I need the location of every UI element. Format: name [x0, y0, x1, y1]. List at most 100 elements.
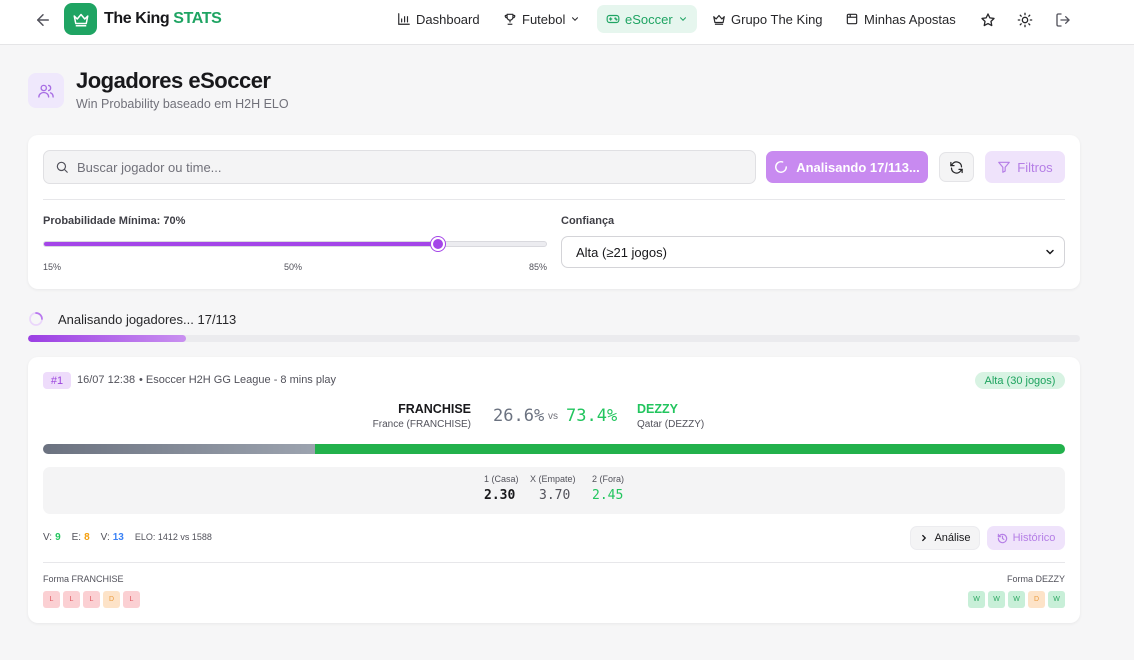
away-wins-value: 13 — [112, 532, 124, 543]
odd-away-label: 2 (Fora) — [592, 474, 625, 484]
slider-tick-mid: 50% — [284, 262, 303, 272]
match-league: • Esoccer H2H GG League - 8 mins play — [139, 374, 337, 386]
crown-logo-icon[interactable] — [64, 3, 97, 35]
users-icon — [28, 73, 64, 108]
analise-button[interactable]: Análise — [910, 526, 980, 550]
home-team: FRANCHISE France (FRANCHISE) — [373, 402, 471, 430]
crown-icon — [713, 14, 725, 25]
nav-minhas-apostas[interactable]: Minhas Apostas — [845, 5, 956, 33]
away-form-chips: WWWDW — [968, 591, 1065, 608]
divider — [43, 562, 1065, 563]
odd-away: 2 (Fora) 2.45 — [592, 474, 624, 503]
nav-grupo-the-king[interactable]: Grupo The King — [712, 5, 823, 33]
confidence-select[interactable]: Alta (≥21 jogos) — [561, 236, 1065, 268]
receipt-icon — [846, 13, 858, 25]
odd-home-label: 1 (Casa) — [484, 474, 519, 484]
nav-grupo-label: Grupo The King — [731, 11, 823, 27]
away-team-name: DEZZY — [637, 402, 678, 416]
home-wins-value: 9 — [55, 532, 61, 543]
away-probability: 73.4% — [566, 406, 618, 426]
refresh-button[interactable] — [939, 152, 974, 182]
draws-value: 8 — [84, 532, 90, 543]
filters-button[interactable]: Filtros — [985, 151, 1065, 183]
away-team: DEZZY Qatar (DEZZY) — [637, 402, 704, 430]
nav-dashboard[interactable]: Dashboard — [397, 5, 480, 33]
filters-card: Analisando 17/113... Filtros Probabilida… — [28, 135, 1080, 289]
form-result-chip: D — [1028, 591, 1045, 608]
form-result-chip: L — [63, 591, 80, 608]
odd-home-value: 2.30 — [484, 488, 516, 503]
nav-esoccer[interactable]: eSoccer — [597, 5, 697, 33]
chevron-down-icon — [679, 17, 686, 21]
odd-draw-value: 3.70 — [539, 488, 571, 503]
gamepad-icon — [606, 14, 620, 24]
star-icon[interactable] — [977, 9, 999, 31]
trophy-icon — [504, 13, 516, 25]
search-icon — [56, 161, 68, 173]
bar-chart-icon — [398, 13, 410, 25]
away-team-country: Qatar (DEZZY) — [637, 419, 705, 430]
probability-bar-away — [314, 444, 1065, 454]
brand-accent: STATS — [173, 10, 222, 27]
chevron-down-icon — [572, 17, 579, 21]
slider-thumb[interactable] — [431, 237, 446, 251]
min-probability-slider[interactable] — [43, 237, 547, 251]
logout-icon[interactable] — [1052, 9, 1074, 31]
nav-futebol[interactable]: Futebol — [503, 5, 580, 33]
brand-main: The King — [104, 10, 170, 27]
h2h-stats: V: 9 E: 8 V: 13 ELO: 1412 vs 1588 — [43, 532, 212, 543]
form-result-chip: W — [1008, 591, 1025, 608]
progress-text: Analisando jogadores... 17/113 — [58, 311, 237, 327]
back-arrow-icon[interactable] — [32, 9, 54, 31]
odd-away-value: 2.45 — [592, 488, 624, 503]
home-team-name: FRANCHISE — [398, 402, 471, 416]
analysis-progress: Analisando jogadores... 17/113 — [28, 311, 236, 327]
divider — [43, 199, 1065, 200]
sun-icon[interactable] — [1014, 9, 1036, 31]
spinner-icon — [29, 312, 43, 326]
brand-name[interactable]: The King STATS — [104, 10, 222, 28]
away-form-label: Forma DEZZY — [1006, 574, 1065, 584]
page-subtitle: Win Probability baseado em H2H ELO — [76, 97, 289, 111]
page-title: Jogadores eSoccer — [76, 68, 271, 93]
min-probability-label: Probabilidade Mínima: 70% — [43, 215, 186, 227]
chevron-right-icon — [922, 534, 927, 542]
progress-bar — [28, 335, 1080, 342]
slider-tick-min: 15% — [43, 262, 62, 272]
nav-esoccer-label: eSoccer — [625, 11, 673, 27]
match-card: #1 16/07 12:38 • Esoccer H2H GG League -… — [28, 357, 1080, 623]
nav-dashboard-label: Dashboard — [416, 11, 480, 27]
confidence-badge: Alta (30 jogos) — [975, 372, 1065, 389]
vs-label: vs — [548, 411, 558, 422]
odd-draw: X (Empate) 3.70 — [530, 474, 576, 503]
nav-apostas-label: Minhas Apostas — [864, 11, 956, 27]
search-input[interactable] — [77, 159, 717, 175]
elo-ratings: ELO: 1412 vs 1588 — [134, 532, 212, 542]
historico-button[interactable]: Histórico — [987, 526, 1065, 550]
home-team-country: France (FRANCHISE) — [372, 419, 471, 430]
slider-fill — [44, 242, 439, 246]
analyze-button[interactable]: Analisando 17/113... — [766, 151, 928, 183]
home-probability: 26.6% — [493, 406, 545, 426]
form-result-chip: L — [43, 591, 60, 608]
probability-bar-home — [43, 444, 315, 454]
odds-panel: 1 (Casa) 2.30 X (Empate) 3.70 2 (Fora) 2… — [43, 467, 1065, 514]
home-form-label: Forma FRANCHISE — [43, 574, 124, 584]
confidence-select-value: Alta (≥21 jogos) — [576, 244, 667, 260]
match-datetime: 16/07 12:38 — [77, 374, 136, 386]
rank-badge: #1 — [43, 372, 71, 389]
analyze-button-label: Analisando 17/113... — [796, 159, 920, 175]
form-result-chip: W — [988, 591, 1005, 608]
slider-tick-max: 85% — [529, 262, 548, 272]
analise-button-label: Análise — [934, 532, 971, 544]
form-result-chip: D — [103, 591, 120, 608]
spinner-icon — [775, 161, 788, 173]
nav-futebol-label: Futebol — [522, 11, 566, 27]
home-wins-label: V: — [43, 532, 53, 543]
chevron-down-icon — [1046, 249, 1054, 255]
search-box[interactable] — [43, 150, 756, 184]
draws-label: E: — [71, 532, 82, 543]
form-result-chip: L — [123, 591, 140, 608]
odd-draw-label: X (Empate) — [530, 474, 576, 484]
history-icon — [997, 533, 1007, 543]
